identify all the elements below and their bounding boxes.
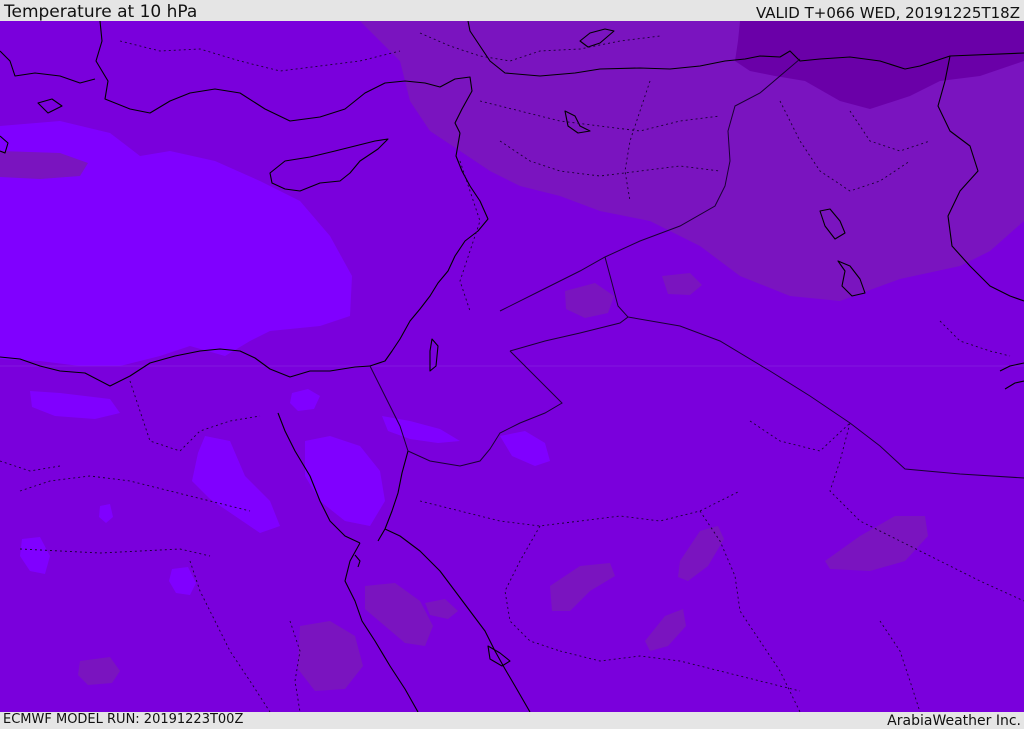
footer-bar: ECMWF MODEL RUN: 20191223T00Z ArabiaWeat…	[0, 712, 1024, 729]
weather-map-page: Temperature at 10 hPa VALID T+066 WED, 2…	[0, 0, 1024, 729]
valid-time-label: VALID T+066 WED, 20191225T18Z	[755, 4, 1020, 22]
map-title: Temperature at 10 hPa	[4, 2, 198, 22]
credit-label: ArabiaWeather Inc.	[887, 713, 1021, 729]
header-bar: Temperature at 10 hPa VALID T+066 WED, 2…	[0, 0, 1024, 21]
temperature-map	[0, 21, 1024, 712]
model-run-label: ECMWF MODEL RUN: 20191223T00Z	[3, 712, 244, 727]
